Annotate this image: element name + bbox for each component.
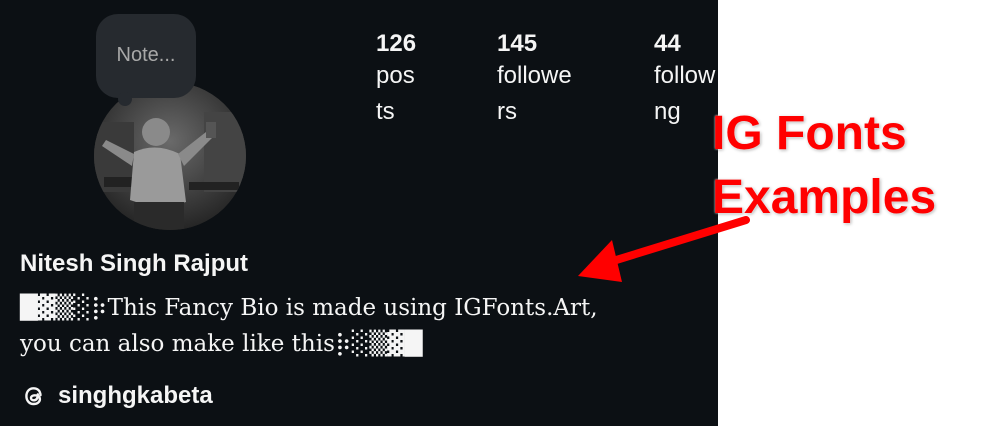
annotation-callout: IG Fonts Examples [712,102,981,230]
stat-followers[interactable]: 145 followe rs [497,30,572,130]
threads-link[interactable]: singhgkabeta [20,378,213,414]
threads-handle: singhgkabeta [58,382,213,409]
note-bubble[interactable]: Note... [96,14,196,98]
stat-count: 145 [497,30,538,57]
avatar-photo [94,82,246,230]
note-placeholder: Note... [116,43,176,66]
annotation-line: IG Fonts [712,107,907,160]
threads-icon [25,387,42,406]
stat-following[interactable]: 44 follow ng [654,30,715,130]
stat-label: followe rs [497,62,572,125]
annotation-line: Examples [712,171,937,224]
profile-bio: █▓▒░⡷This Fancy Bio is made using IGFont… [20,295,598,357]
stat-count: 44 [654,30,681,57]
stat-posts[interactable]: 126 pos ts [376,30,416,130]
stat-label: pos ts [376,62,415,125]
note-bubble-tail [118,92,132,106]
profile-full-name: Nitesh Singh Rajput [20,250,248,277]
avatar[interactable] [94,82,246,230]
stat-label: follow ng [654,62,716,125]
stat-count: 126 [376,30,417,57]
